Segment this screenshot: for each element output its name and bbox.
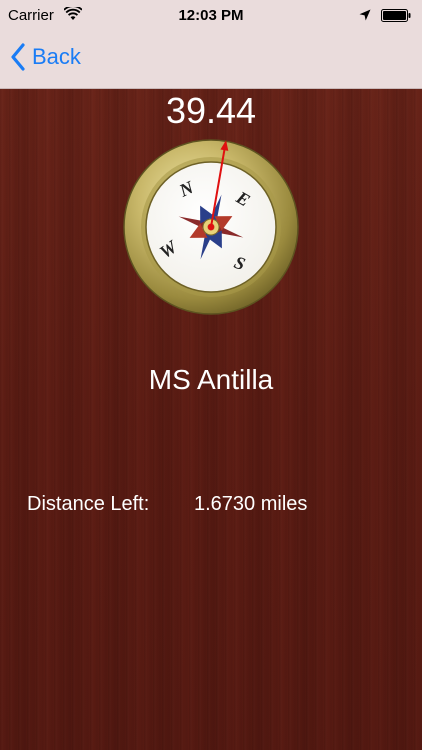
chevron-left-icon xyxy=(11,43,25,71)
back-button[interactable]: Back xyxy=(10,42,81,72)
distance-row: Distance Left: 1.6730 miles xyxy=(27,493,307,516)
main-content: 39.44 N E S W MS Antilla Distance Left: … xyxy=(0,89,422,750)
back-button-label: Back xyxy=(32,44,81,69)
top-bar: Carrier 12:03 PM Back xyxy=(0,0,422,89)
compass: N E S W xyxy=(123,139,299,315)
distance-value: 1.6730 miles xyxy=(194,493,308,515)
heading-readout: 39.44 xyxy=(165,90,257,131)
location-arrow-icon xyxy=(359,9,371,21)
target-name: MS Antilla xyxy=(148,364,274,395)
battery-icon xyxy=(381,9,411,22)
status-bar: Carrier 12:03 PM xyxy=(0,0,422,32)
distance-label: Distance Left: xyxy=(27,493,150,515)
